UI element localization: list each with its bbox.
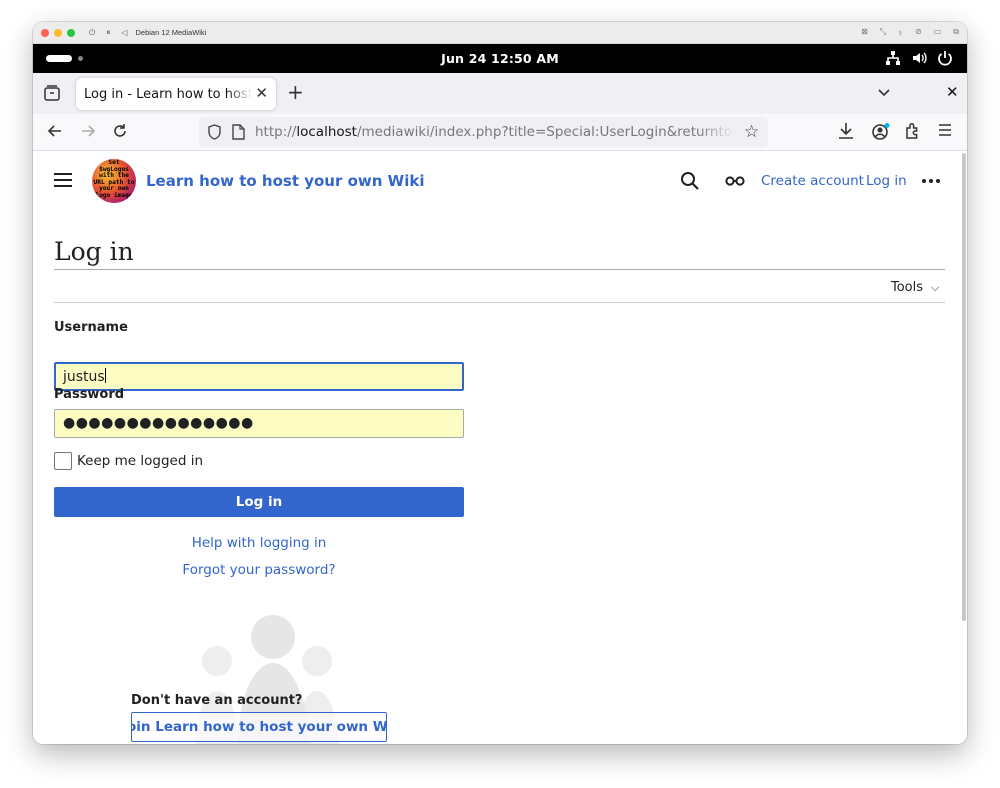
title-divider <box>54 269 945 270</box>
navigation-toolbar: http://localhost/mediawiki/index.php?tit… <box>33 114 967 151</box>
wiki-logo[interactable]: Set $wgLogos with the URL path to your o… <box>92 159 136 203</box>
page-info-icon[interactable] <box>232 124 245 140</box>
shield-icon[interactable] <box>207 124 222 140</box>
help-login-link[interactable]: Help with logging in <box>192 535 327 551</box>
resize-icon[interactable]: ⤡ <box>880 27 886 37</box>
host-controls: ⏻ ⏸ ◁ <box>89 28 127 38</box>
minimize-window-button[interactable] <box>54 28 62 37</box>
bookmark-star-icon[interactable]: ☆ <box>744 122 759 142</box>
tools-dropdown[interactable]: Tools ⌵ <box>891 280 939 295</box>
power-icon[interactable]: ⏻ <box>89 28 95 38</box>
tab-active[interactable]: Log in - Learn how to host your own Wiki… <box>76 78 276 110</box>
join-wiki-button[interactable]: Join Learn how to host your own Wiki <box>131 712 387 742</box>
url-host: localhost <box>296 124 357 140</box>
snapshot-icon[interactable]: ⊠ <box>861 27 868 37</box>
network-icon <box>886 51 900 65</box>
firefox-view-icon[interactable] <box>43 84 61 102</box>
more-options-icon[interactable] <box>922 179 940 183</box>
tab-strip: Log in - Learn how to host your own Wiki… <box>33 73 967 114</box>
username-label: Username <box>54 320 128 335</box>
password-label: Password <box>54 387 125 402</box>
search-icon[interactable] <box>680 171 700 191</box>
window-close-icon[interactable]: ✕ <box>946 83 959 101</box>
host-window-title: Debian 12 MediaWiki <box>135 28 207 37</box>
text-caret <box>104 368 106 383</box>
url-path: /mediawiki/index.php?title=Special:UserL… <box>356 124 735 140</box>
host-titlebar: ⏻ ⏸ ◁ Debian 12 MediaWiki ⊠ ⤡ ⍚ ⊘ ▭ ⧉ <box>33 22 967 44</box>
usb-icon[interactable]: ⍚ <box>898 27 903 37</box>
clock[interactable]: Jun 24 12:50 AM <box>33 51 967 66</box>
login-submit-button[interactable]: Log in <box>54 487 464 517</box>
account-icon[interactable] <box>871 122 891 142</box>
back-icon[interactable]: ◁ <box>121 28 127 38</box>
tab-close-icon[interactable]: ✕ <box>255 85 268 101</box>
screen: ⏻ ⏸ ◁ Debian 12 MediaWiki ⊠ ⤡ ⍚ ⊘ ▭ ⧉ Ju… <box>0 0 1000 788</box>
tab-title: Log in - Learn how to host your own Wiki <box>84 86 252 102</box>
appearance-glasses-icon[interactable] <box>725 176 745 186</box>
downloads-icon[interactable] <box>838 122 854 140</box>
traffic-lights <box>41 28 75 37</box>
folder-icon[interactable]: ▭ <box>934 27 942 37</box>
chevron-down-icon: ⌵ <box>931 281 940 294</box>
password-field[interactable]: ●●●●●●●●●●●●●●● <box>54 409 464 438</box>
windows-icon[interactable]: ⧉ <box>953 27 959 37</box>
settings-icon[interactable]: ⊘ <box>915 27 922 37</box>
host-toolbar-right: ⊠ ⤡ ⍚ ⊘ ▭ ⧉ <box>861 27 959 37</box>
chevron-down-icon[interactable] <box>877 85 891 99</box>
username-value: justus <box>63 369 105 385</box>
zoom-window-button[interactable] <box>67 28 75 37</box>
power-menu-icon <box>938 51 952 66</box>
forgot-password-link[interactable]: Forgot your password? <box>182 562 335 578</box>
new-tab-button[interactable]: + <box>287 82 304 102</box>
forward-arrow-icon[interactable] <box>80 123 96 139</box>
password-mask: ●●●●●●●●●●●●●●● <box>63 415 254 431</box>
main-menu-icon[interactable] <box>54 173 72 187</box>
pause-icon[interactable]: ⏸ <box>106 28 110 38</box>
keep-logged-in-label[interactable]: Keep me logged in <box>77 453 203 469</box>
reload-icon[interactable] <box>112 123 128 139</box>
extensions-icon[interactable] <box>904 122 921 140</box>
close-window-button[interactable] <box>41 28 49 37</box>
gnome-top-bar: Jun 24 12:50 AM <box>33 44 967 73</box>
back-arrow-icon[interactable] <box>47 123 63 139</box>
join-wiki-label: Join Learn how to host your own Wiki <box>131 719 387 735</box>
login-link[interactable]: Log in <box>866 173 907 189</box>
url-text[interactable]: http://localhost/mediawiki/index.php?tit… <box>255 124 735 140</box>
page-scrollbar[interactable] <box>962 153 966 621</box>
page-title: Log in <box>54 237 134 266</box>
toolbar-divider <box>54 302 945 303</box>
page-content: Set $wgLogos with the URL path to your o… <box>33 151 967 744</box>
volume-icon <box>913 52 927 64</box>
create-account-link[interactable]: Create account <box>761 173 864 189</box>
tools-label: Tools <box>891 280 924 295</box>
signup-prompt: Don't have an account? <box>131 693 303 708</box>
url-bar[interactable]: http://localhost/mediawiki/index.php?tit… <box>199 117 768 147</box>
vm-window: ⏻ ⏸ ◁ Debian 12 MediaWiki ⊠ ⤡ ⍚ ⊘ ▭ ⧉ Ju… <box>33 22 967 744</box>
site-title[interactable]: Learn how to host your own Wiki <box>146 172 424 190</box>
system-tray[interactable] <box>885 50 953 66</box>
url-scheme: http:// <box>255 124 297 140</box>
keep-logged-in-checkbox[interactable] <box>54 452 72 470</box>
menu-icon[interactable] <box>938 122 952 138</box>
logo-text: Set $wgLogos with the URL path to your o… <box>93 159 135 199</box>
